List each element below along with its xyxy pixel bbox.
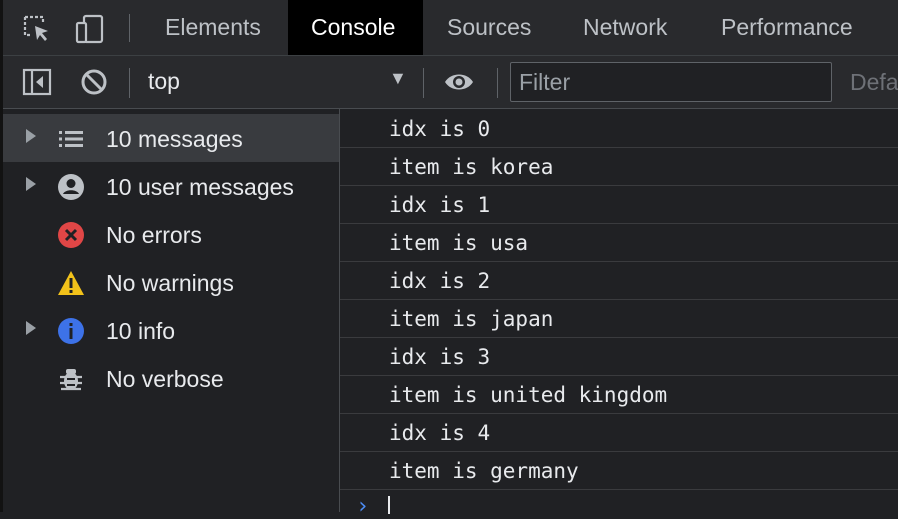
- console-message-text: idx is 0: [389, 117, 491, 141]
- sidebar-item-warnings[interactable]: No warnings: [3, 258, 339, 306]
- sidebar-item-label: 10 messages: [106, 126, 243, 152]
- error-icon: [57, 221, 85, 249]
- console-message-text: idx is 4: [389, 421, 491, 445]
- list-icon: [57, 125, 85, 153]
- console-message-text: idx is 1: [389, 193, 491, 217]
- tab-performance[interactable]: Performance: [701, 0, 873, 55]
- device-toolbar-icon[interactable]: [75, 14, 105, 44]
- tab-network[interactable]: Network: [563, 0, 687, 55]
- console-message: idx is 0: [340, 111, 898, 148]
- tab-bar-divider: [129, 14, 130, 42]
- console-message-text: idx is 3: [389, 345, 491, 369]
- console-message: idx is 1: [340, 187, 898, 224]
- expand-arrow-icon[interactable]: [26, 177, 36, 191]
- inspect-element-icon[interactable]: [22, 14, 52, 44]
- chevron-down-icon[interactable]: ▼: [389, 68, 407, 89]
- console-message: idx is 4: [340, 415, 898, 452]
- sidebar-item-label: 10 user messages: [106, 174, 294, 200]
- sidebar-item-user-messages[interactable]: 10 user messages: [3, 162, 339, 210]
- sidebar-toggle-icon[interactable]: [21, 66, 53, 98]
- filter-input[interactable]: [510, 62, 832, 102]
- text-caret: [388, 496, 390, 514]
- expand-arrow-icon[interactable]: [26, 129, 36, 143]
- sidebar-item-verbose[interactable]: No verbose: [3, 354, 339, 402]
- devtools-tab-bar: Elements Console Sources Network Perform…: [3, 0, 898, 56]
- console-toolbar: top ▼ Defa: [3, 56, 898, 109]
- console-message-text: item is japan: [389, 307, 554, 331]
- sidebar-item-label: No errors: [106, 222, 202, 248]
- prompt-chevron-icon: ›: [356, 494, 370, 519]
- console-messages[interactable]: idx is 0 item is korea idx is 1 item is …: [340, 109, 898, 519]
- console-message: idx is 2: [340, 263, 898, 300]
- toolbar-divider: [423, 68, 424, 98]
- context-selector[interactable]: top: [148, 68, 180, 95]
- console-message: item is usa: [340, 225, 898, 262]
- sidebar-item-messages[interactable]: 10 messages: [3, 114, 339, 162]
- toolbar-divider: [497, 68, 498, 98]
- console-message: item is korea: [340, 149, 898, 186]
- user-icon: [57, 173, 85, 201]
- warning-icon: [57, 269, 85, 297]
- bug-icon: [57, 365, 85, 393]
- sidebar-item-label: No warnings: [106, 270, 234, 296]
- info-icon: [57, 317, 85, 345]
- live-expression-eye-icon[interactable]: [443, 66, 475, 98]
- sidebar-item-errors[interactable]: No errors: [3, 210, 339, 258]
- tab-console[interactable]: Console: [288, 0, 423, 55]
- console-message-text: item is usa: [389, 231, 529, 255]
- console-message-text: item is germany: [389, 459, 579, 483]
- console-message: idx is 3: [340, 339, 898, 376]
- console-sidebar: 10 messages 10 user messages No errors N…: [3, 109, 340, 512]
- clear-console-icon[interactable]: [78, 66, 110, 98]
- console-message-text: idx is 2: [389, 269, 491, 293]
- tab-sources[interactable]: Sources: [427, 0, 551, 55]
- expand-arrow-icon[interactable]: [26, 321, 36, 335]
- console-message: item is united kingdom: [340, 377, 898, 414]
- console-message: item is japan: [340, 301, 898, 338]
- sidebar-item-info[interactable]: 10 info: [3, 306, 339, 354]
- log-levels-dropdown[interactable]: Defa: [850, 69, 898, 96]
- console-prompt[interactable]: ›: [340, 490, 898, 519]
- sidebar-item-label: 10 info: [106, 318, 176, 344]
- console-message-text: item is united kingdom: [389, 383, 668, 407]
- sidebar-item-label: No verbose: [106, 366, 224, 392]
- console-message-text: item is korea: [389, 155, 554, 179]
- console-message: item is germany: [340, 453, 898, 490]
- tab-elements[interactable]: Elements: [145, 0, 281, 55]
- toolbar-divider: [129, 68, 130, 98]
